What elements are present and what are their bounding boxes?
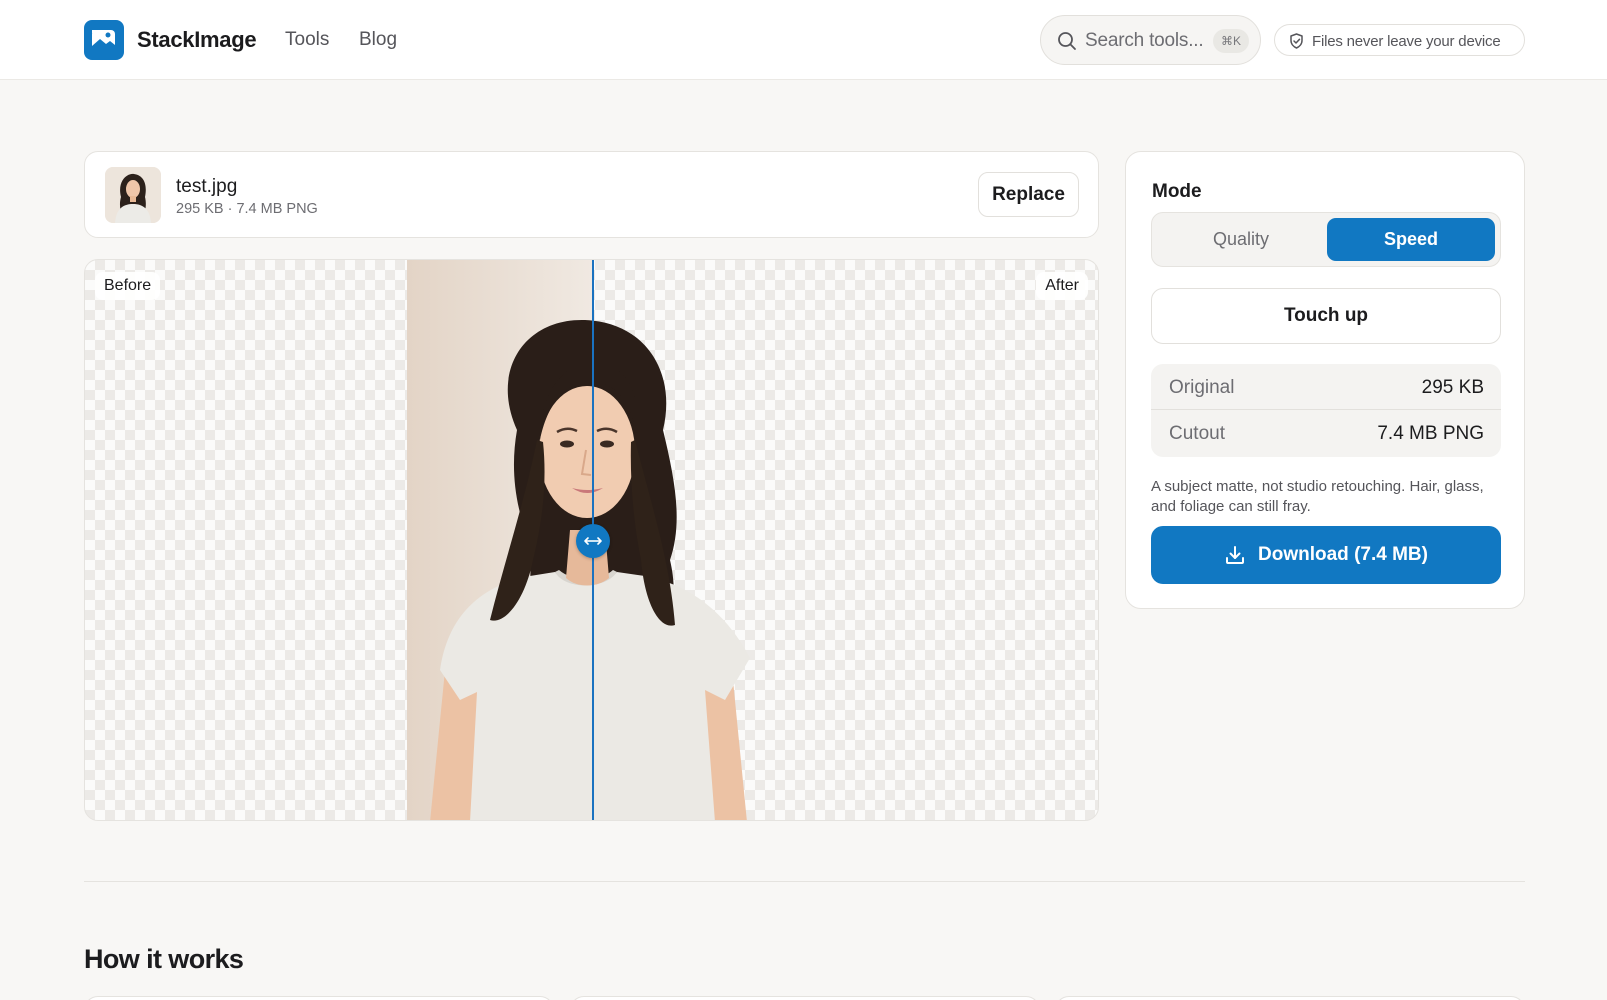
stat-label: Original	[1169, 377, 1235, 398]
stat-value: 7.4 MB PNG	[1377, 423, 1484, 444]
mode-title: Mode	[1152, 181, 1202, 202]
stat-value: 295 KB	[1421, 377, 1484, 398]
download-button[interactable]: Download (7.4 MB)	[1151, 526, 1501, 584]
stat-row-cutout: Cutout 7.4 MB PNG	[1151, 410, 1501, 456]
size-stats: Original 295 KB Cutout 7.4 MB PNG	[1151, 364, 1501, 457]
logo-icon[interactable]	[84, 20, 124, 60]
compare-arrows-icon	[584, 537, 602, 545]
how-it-works-title: How it works	[84, 944, 244, 974]
search-icon	[1057, 31, 1077, 56]
mode-segmented-control: Quality Speed	[1151, 212, 1501, 267]
step-card	[84, 996, 554, 1000]
file-meta: 295 KB · 7.4 MB PNG	[176, 201, 318, 217]
section-divider	[84, 881, 1525, 882]
step-card	[570, 996, 1040, 1000]
nav-link-blog[interactable]: Blog	[359, 29, 397, 51]
replace-button[interactable]: Replace	[978, 172, 1079, 217]
quality-note: A subject matte, not studio retouching. …	[1151, 478, 1484, 515]
download-label: Download (7.4 MB)	[1258, 544, 1428, 565]
settings-panel: Mode Quality Speed Touch up Original 295…	[1125, 151, 1525, 609]
stat-label: Cutout	[1169, 423, 1225, 444]
before-after-viewer[interactable]: Before After	[84, 259, 1099, 821]
shield-icon	[1289, 33, 1304, 54]
before-label: Before	[95, 272, 161, 300]
touch-up-button[interactable]: Touch up	[1151, 288, 1501, 344]
stat-row-original: Original 295 KB	[1151, 364, 1501, 410]
brand-name[interactable]: StackImage	[137, 27, 257, 53]
privacy-text: Files never leave your device	[1312, 33, 1501, 50]
file-card: test.jpg 295 KB · 7.4 MB PNG Replace	[84, 151, 1099, 238]
after-label: After	[1036, 272, 1088, 300]
nav-link-tools[interactable]: Tools	[285, 29, 329, 51]
top-navbar: StackImage Tools Blog Search tools... ⌘K…	[0, 0, 1607, 80]
mode-speed-button[interactable]: Speed	[1327, 218, 1495, 261]
file-thumbnail	[105, 167, 161, 223]
step-card	[1055, 996, 1525, 1000]
keyboard-shortcut-badge: ⌘K	[1213, 29, 1249, 53]
search-input[interactable]: Search tools... ⌘K	[1040, 15, 1261, 65]
search-placeholder: Search tools...	[1085, 30, 1204, 51]
file-name: test.jpg	[176, 176, 238, 197]
mode-quality-button[interactable]: Quality	[1157, 218, 1325, 261]
compare-handle[interactable]	[576, 524, 610, 558]
privacy-badge: Files never leave your device	[1274, 24, 1525, 56]
download-icon	[1226, 546, 1245, 564]
